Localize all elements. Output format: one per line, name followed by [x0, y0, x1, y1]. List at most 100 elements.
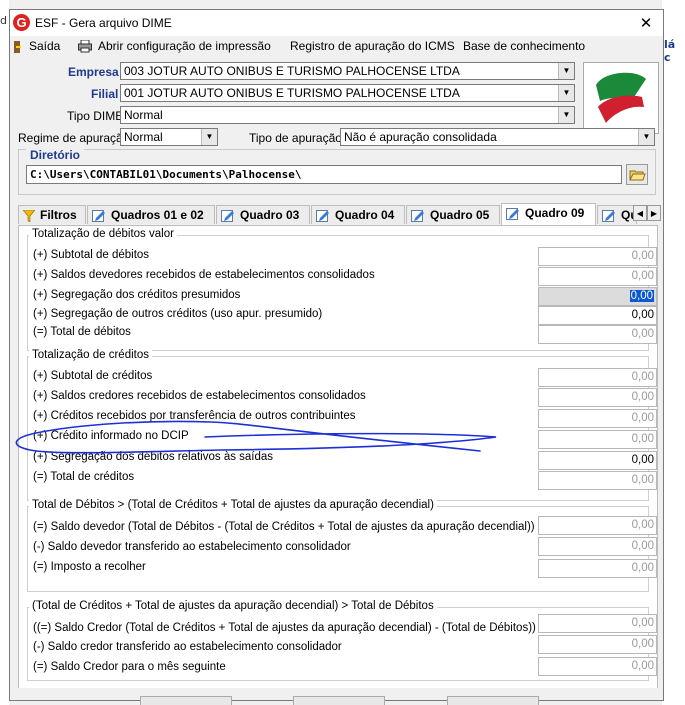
edit-icon: [316, 210, 329, 223]
bottom-button[interactable]: [293, 696, 385, 705]
subtotal-debitos-field[interactable]: 0,00: [538, 247, 657, 266]
row-label: (+) Segregação dos débitos relativos às …: [33, 451, 274, 463]
tab-quadros-01-02-label: Quadros 01 e 02: [111, 208, 204, 222]
regime-select[interactable]: Normal ▼: [120, 128, 218, 146]
background-right-strip: lá c: [662, 0, 685, 705]
background-left-strip: d: [0, 0, 9, 705]
row-label: (-) Saldo credor transferido ao estabele…: [33, 641, 342, 653]
tab-quadro-05-label: Quadro 05: [430, 208, 490, 222]
tab-quadro-04-label: Quadro 04: [335, 208, 395, 222]
diretorio-label: Diretório: [26, 148, 85, 162]
row-label: (=) Saldo Credor para o mês seguinte: [33, 661, 226, 673]
row-label: (+) Crédito informado no DCIP: [33, 430, 189, 442]
empresa-label: Empresa: [68, 65, 119, 79]
diretorio-input[interactable]: C:\Users\CONTABIL01\Documents\Palhocense…: [26, 165, 622, 184]
tab-filtros-label: Filtros: [40, 208, 77, 222]
tipo-dime-label: Tipo DIME: [67, 109, 124, 123]
chevron-down-icon: ▼: [558, 107, 574, 123]
bottom-button[interactable]: [140, 696, 232, 705]
saldo-credor-field[interactable]: 0,00: [538, 614, 657, 633]
chevron-down-icon: ▼: [558, 85, 574, 101]
tipo-apuracao-label: Tipo de apuração: [249, 131, 342, 145]
segregacao-debitos-saidas-field[interactable]: 0,00: [538, 451, 657, 470]
tipo-apuracao-value: Não é apuração consolidada: [344, 130, 497, 144]
background-right-text: lá c: [664, 38, 676, 64]
credito-dcip-field[interactable]: 0,00: [538, 430, 657, 449]
total-creditos-field[interactable]: 0,00: [538, 471, 657, 490]
saldo-credor-mes-seguinte-field[interactable]: 0,00: [538, 657, 657, 676]
menu-base-conhecimento[interactable]: Base de conhecimento: [463, 39, 585, 53]
saldos-credores-field[interactable]: 0,00: [538, 388, 657, 407]
edit-icon: [92, 210, 105, 223]
window-title: ESF - Gera arquivo DIME: [35, 16, 172, 30]
tipo-dime-select[interactable]: Normal ▼: [120, 106, 575, 124]
tab-quadro-03-label: Quadro 03: [240, 208, 300, 222]
close-button[interactable]: ✕: [635, 12, 657, 34]
edit-icon: [506, 208, 519, 221]
chevron-down-icon: ▼: [558, 63, 574, 79]
tab-filtros[interactable]: Filtros: [18, 205, 86, 224]
app-icon: G: [13, 14, 30, 31]
row-label: (+) Subtotal de débitos: [33, 249, 150, 261]
saldos-devedores-field[interactable]: 0,00: [538, 267, 657, 286]
filial-select[interactable]: 001 JOTUR AUTO ONIBUS E TURISMO PALHOCEN…: [120, 84, 575, 102]
menu-print-config[interactable]: Abrir configuração de impressão: [78, 39, 271, 53]
title-bar: G ESF - Gera arquivo DIME ✕: [10, 10, 663, 36]
segregacao-outros-creditos-field[interactable]: 0,00: [538, 306, 657, 325]
row-label: (-) Saldo devedor transferido ao estabel…: [33, 541, 351, 553]
subtotal-creditos-field[interactable]: 0,00: [538, 368, 657, 387]
saldo-credor-transferido-field[interactable]: 0,00: [538, 635, 657, 654]
row-label: (=) Imposto a recolher: [33, 561, 146, 573]
group-creditos-title: Totalização de créditos: [29, 349, 152, 361]
selected-value-text: 0,00: [629, 290, 654, 302]
saldo-devedor-field[interactable]: 0,00: [538, 516, 657, 535]
row-label: (=) Total de créditos: [33, 471, 135, 483]
row-label: (+) Créditos recebidos por transferência…: [33, 410, 356, 422]
chevron-down-icon: ▼: [638, 129, 654, 145]
tab-quadro-next[interactable]: Qu: [597, 205, 637, 224]
menu-saida-label: Saída: [29, 39, 61, 53]
tab-strip: Filtros Quadros 01 e 02 Quadro 03 Quadro…: [16, 203, 662, 225]
creditos-transferencia-field[interactable]: 0,00: [538, 409, 657, 428]
exit-icon: [14, 40, 21, 53]
row-label: ((=) Saldo Credor (Total de Créditos + T…: [33, 622, 536, 634]
tab-scroll-left-button[interactable]: ◀: [633, 205, 647, 221]
row-label: (+) Segregação dos créditos presumidos: [33, 289, 241, 301]
empresa-select[interactable]: 003 JOTUR AUTO ONIBUS E TURISMO PALHOCEN…: [120, 62, 575, 80]
imposto-recolher-field[interactable]: 0,00: [538, 559, 657, 578]
tab-quadro-09-label: Quadro 09: [525, 206, 585, 220]
row-label: (=) Total de débitos: [33, 326, 131, 338]
bottom-button[interactable]: [447, 696, 539, 705]
group-debitos-title: Totalização de débitos valor: [29, 228, 177, 240]
tipo-apuracao-select[interactable]: Não é apuração consolidada ▼: [340, 128, 655, 146]
tab-quadro-09[interactable]: Quadro 09: [501, 203, 596, 225]
total-debitos-field[interactable]: 0,00: [538, 325, 657, 344]
menu-registro-icms[interactable]: Registro de apuração do ICMS: [290, 39, 455, 53]
company-logo: [583, 62, 659, 134]
row-label: (+) Subtotal de créditos: [33, 370, 153, 382]
tab-quadro-05[interactable]: Quadro 05: [406, 205, 500, 224]
folder-browse-button[interactable]: [626, 164, 648, 185]
regime-label: Regime de apuração: [18, 131, 130, 145]
edit-icon: [602, 210, 615, 223]
group-saldo-credor-title: (Total de Créditos + Total de ajustes da…: [29, 600, 437, 612]
row-label: (+) Saldos devedores recebidos de estabe…: [33, 269, 375, 281]
edit-icon: [221, 210, 234, 223]
tab-quadro-04[interactable]: Quadro 04: [311, 205, 405, 224]
menu-bar: Saída Abrir configuração de impressão Re…: [10, 36, 663, 56]
tipo-dime-value: Normal: [124, 108, 163, 122]
folder-icon: [629, 170, 646, 181]
tab-quadros-01-02[interactable]: Quadros 01 e 02: [87, 205, 215, 224]
tab-scroll-right-button[interactable]: ▶: [647, 205, 661, 221]
group-saldo-devedor-title: Total de Débitos > (Total de Créditos + …: [29, 499, 437, 511]
saldo-devedor-transferido-field[interactable]: 0,00: [538, 537, 657, 556]
segregacao-creditos-presumidos-field[interactable]: 0,00: [538, 287, 657, 306]
filter-icon: [22, 209, 36, 223]
menu-saida[interactable]: Saída: [13, 39, 60, 54]
edit-icon: [411, 210, 424, 223]
empresa-value: 003 JOTUR AUTO ONIBUS E TURISMO PALHOCEN…: [124, 64, 460, 78]
background-left-text: d: [0, 14, 7, 27]
tab-quadro-03[interactable]: Quadro 03: [216, 205, 310, 224]
filial-label: Filial: [91, 87, 119, 101]
chevron-down-icon: ▼: [201, 129, 217, 145]
